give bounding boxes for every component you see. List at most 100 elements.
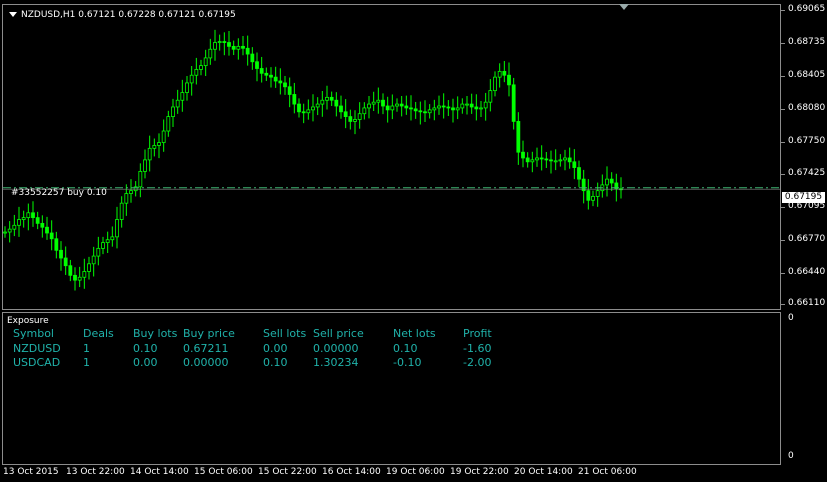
price-tick-mark xyxy=(781,76,785,77)
candle-body xyxy=(455,107,460,111)
price-tick-label: 0.66110 xyxy=(788,298,826,308)
exposure-cell: -2.00 xyxy=(463,356,492,369)
candle-body xyxy=(269,74,273,78)
time-tick-label: 20 Oct 14:00 xyxy=(514,467,573,477)
candle-body xyxy=(404,105,409,109)
candle-body xyxy=(427,109,432,114)
candle-body xyxy=(208,48,213,59)
candle-body xyxy=(451,107,455,111)
candle-body xyxy=(390,105,395,111)
price-chart-pane[interactable]: NZDUSD,H1 0.67121 0.67228 0.67121 0.6719… xyxy=(2,4,781,310)
exposure-cell: 1.30234 xyxy=(313,356,359,369)
candle-body xyxy=(259,68,264,74)
candle-body xyxy=(441,105,446,108)
candle-body xyxy=(446,106,451,109)
candle-body xyxy=(320,99,325,105)
candle-body xyxy=(68,265,73,276)
candle-body xyxy=(40,222,45,228)
time-tick-label: 15 Oct 06:00 xyxy=(194,467,253,477)
candle-body xyxy=(217,41,222,43)
exposure-header-cell: Net lots xyxy=(393,327,436,340)
candle-body xyxy=(530,159,535,163)
price-tick-mark xyxy=(781,174,785,175)
candle-body xyxy=(287,86,292,95)
candle-body xyxy=(45,226,49,234)
candle-body xyxy=(292,94,297,105)
candle-body xyxy=(59,249,63,259)
exposure-header-cell: Sell lots xyxy=(263,327,307,340)
exposure-cell: 0.10 xyxy=(133,342,158,355)
candle-body xyxy=(362,107,367,115)
candle-body xyxy=(591,196,595,201)
chart-shift-marker-icon[interactable] xyxy=(619,4,629,10)
candle-body xyxy=(311,106,315,111)
exposure-header-cell: Sell price xyxy=(313,327,364,340)
candle-body xyxy=(297,103,301,113)
time-tick-label: 19 Oct 06:00 xyxy=(386,467,445,477)
symbol-header[interactable]: NZDUSD,H1 0.67121 0.67228 0.67121 0.6719… xyxy=(9,10,236,20)
candle-body xyxy=(119,202,124,220)
candle-body xyxy=(544,158,549,161)
candle-body xyxy=(516,121,521,153)
price-tick-label: 0.69065 xyxy=(788,4,826,14)
candle-body xyxy=(152,145,157,149)
candle-body xyxy=(236,45,241,50)
candle-body xyxy=(502,70,507,76)
candle-body xyxy=(124,193,129,204)
candle-body xyxy=(418,110,423,113)
candle-body xyxy=(325,96,329,101)
exposure-cell: NZDUSD xyxy=(13,342,61,355)
candle-body xyxy=(539,157,544,160)
price-tick-mark xyxy=(781,304,785,305)
candle-body xyxy=(381,99,385,107)
candle-body xyxy=(241,45,245,49)
price-tick-label: 0.67425 xyxy=(788,168,826,178)
candle-body xyxy=(101,242,105,249)
candle-body xyxy=(273,76,278,82)
candle-body xyxy=(605,178,609,186)
price-tick-label: 0.68405 xyxy=(788,70,826,80)
candle-body xyxy=(54,238,59,251)
candle-body xyxy=(189,74,194,84)
exposure-header-cell: Buy price xyxy=(183,327,235,340)
price-tick-mark xyxy=(781,142,785,143)
candle-body xyxy=(395,103,399,107)
candle-body xyxy=(521,151,525,159)
candle-body xyxy=(3,231,7,234)
exposure-header-cell: Symbol xyxy=(13,327,54,340)
candle-body xyxy=(572,161,577,168)
candle-body xyxy=(278,80,283,84)
price-tick-label: 0.68080 xyxy=(788,103,826,113)
candle-body xyxy=(7,228,12,233)
candle-body xyxy=(222,41,227,43)
trade-level-label: #33552257 buy 0.10 xyxy=(11,188,107,198)
candle-body xyxy=(558,159,563,162)
candle-body xyxy=(586,190,591,201)
candle-body xyxy=(535,157,539,161)
price-tick-label: 0.66770 xyxy=(788,234,826,244)
exposure-cell: 0.00 xyxy=(133,356,158,369)
candle-body xyxy=(35,217,40,224)
candle-body xyxy=(474,106,479,110)
candle-body xyxy=(171,106,175,117)
candle-body xyxy=(595,190,600,197)
candle-body xyxy=(460,103,465,109)
candle-body xyxy=(567,157,572,163)
candle-body xyxy=(465,103,469,106)
candle-body xyxy=(157,142,161,146)
time-tick-label: 13 Oct 22:00 xyxy=(66,467,125,477)
exposure-cell: 0.10 xyxy=(263,356,288,369)
chevron-down-icon[interactable] xyxy=(9,12,17,17)
candle-body xyxy=(549,159,553,162)
exposure-title: Exposure xyxy=(7,316,49,326)
time-tick-label: 15 Oct 22:00 xyxy=(258,467,317,477)
candle-body xyxy=(343,111,348,117)
exposure-header-cell: Deals xyxy=(83,327,114,340)
exposure-cell: 0.00 xyxy=(263,342,288,355)
exposure-cell: -0.10 xyxy=(393,356,422,369)
candle-body xyxy=(385,105,390,111)
candle-body xyxy=(563,157,567,161)
candle-body xyxy=(371,101,376,105)
time-tick-label: 16 Oct 14:00 xyxy=(322,467,381,477)
candle-body xyxy=(17,219,21,226)
